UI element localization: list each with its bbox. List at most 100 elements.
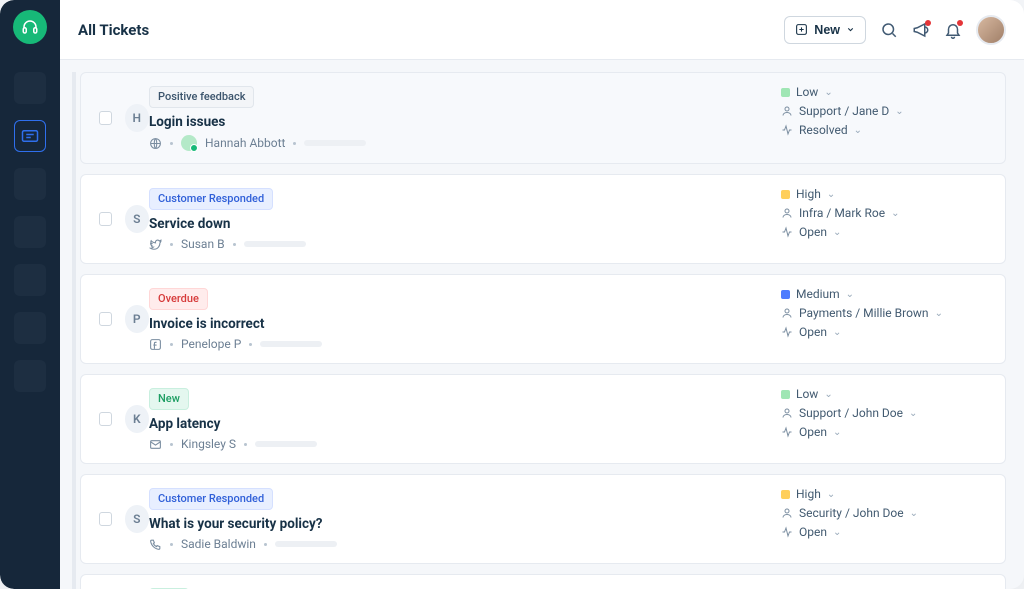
user-icon xyxy=(781,407,793,419)
priority-selector[interactable]: Low ⌄ xyxy=(781,85,991,99)
nav-placeholder-6[interactable] xyxy=(14,312,46,344)
priority-selector[interactable]: High ⌄ xyxy=(781,487,991,501)
priority-indicator xyxy=(781,390,790,399)
meta-separator xyxy=(244,443,247,446)
priority-selector[interactable]: High ⌄ xyxy=(781,187,991,201)
ticket-checkbox[interactable] xyxy=(99,312,112,326)
meta-placeholder-bar xyxy=(244,241,306,247)
meta-separator xyxy=(170,443,173,446)
status-selector[interactable]: Open ⌄ xyxy=(781,325,991,339)
ticket-card[interactable]: H Positive feedback Login issues Hannah … xyxy=(80,72,1006,164)
left-sidebar xyxy=(0,0,60,589)
requester-name: Penelope P xyxy=(181,337,241,351)
ticket-tag: New xyxy=(149,388,189,410)
search-icon[interactable] xyxy=(880,21,898,39)
assignee-selector[interactable]: Payments / Millie Brown ⌄ xyxy=(781,306,991,320)
ticket-checkbox[interactable] xyxy=(99,412,112,426)
bell-icon[interactable] xyxy=(944,21,962,39)
assignee-selector[interactable]: Security / John Doe ⌄ xyxy=(781,506,991,520)
priority-indicator xyxy=(781,190,790,199)
ticket-title: Invoice is incorrect xyxy=(149,316,781,332)
ticket-list-container: H Positive feedback Login issues Hannah … xyxy=(60,60,1024,589)
ticket-card[interactable]: S New Unable to access the app Samuel C … xyxy=(80,574,1006,589)
app-logo[interactable] xyxy=(13,10,47,44)
chevron-down-icon: ⌄ xyxy=(833,427,841,438)
source-icon xyxy=(149,238,162,251)
chevron-down-icon: ⌄ xyxy=(854,125,862,136)
source-icon xyxy=(149,538,162,551)
ticket-tag: Overdue xyxy=(149,288,208,310)
priority-label: High xyxy=(796,187,821,201)
chevron-down-icon: ⌄ xyxy=(824,389,832,400)
priority-selector[interactable]: Medium ⌄ xyxy=(781,287,991,301)
assignee-label: Infra / Mark Roe xyxy=(799,206,885,220)
priority-indicator xyxy=(781,88,790,97)
activity-icon xyxy=(781,124,793,136)
status-selector[interactable]: Open ⌄ xyxy=(781,425,991,439)
chevron-down-icon: ⌄ xyxy=(824,87,832,98)
source-icon xyxy=(149,338,162,351)
status-label: Resolved xyxy=(799,123,848,137)
source-icon xyxy=(149,438,162,451)
nav-placeholder-1[interactable] xyxy=(14,72,46,104)
assignee-selector[interactable]: Infra / Mark Roe ⌄ xyxy=(781,206,991,220)
ticket-card[interactable]: P Overdue Invoice is incorrect Penelope … xyxy=(80,274,1006,364)
chevron-down-icon: ⌄ xyxy=(833,227,841,238)
ticket-title: Login issues xyxy=(149,114,781,130)
ticket-title: What is your security policy? xyxy=(149,516,781,532)
meta-separator xyxy=(264,543,267,546)
nav-tickets[interactable] xyxy=(14,120,46,152)
announcement-icon[interactable] xyxy=(912,21,930,39)
requester-name: Sadie Baldwin xyxy=(181,537,256,551)
agent-avatar xyxy=(181,135,197,151)
assignee-selector[interactable]: Support / Jane D ⌄ xyxy=(781,104,991,118)
meta-separator xyxy=(293,142,296,145)
chevron-down-icon: ⌄ xyxy=(895,106,903,117)
meta-placeholder-bar xyxy=(275,541,337,547)
ticket-card[interactable]: S Customer Responded What is your securi… xyxy=(80,474,1006,564)
activity-icon xyxy=(781,226,793,238)
chevron-down-icon: ⌄ xyxy=(833,327,841,338)
ticket-checkbox[interactable] xyxy=(99,512,112,526)
priority-selector[interactable]: Low ⌄ xyxy=(781,387,991,401)
activity-icon xyxy=(781,426,793,438)
nav-placeholder-4[interactable] xyxy=(14,216,46,248)
activity-icon xyxy=(781,526,793,538)
chevron-down-icon: ⌄ xyxy=(827,189,835,200)
status-label: Open xyxy=(799,225,827,239)
ticket-checkbox[interactable] xyxy=(99,212,112,226)
requester-avatar: P xyxy=(125,305,150,333)
user-icon xyxy=(781,307,793,319)
meta-placeholder-bar xyxy=(304,140,366,146)
ticket-card[interactable]: S Customer Responded Service down Susan … xyxy=(80,174,1006,264)
status-selector[interactable]: Open ⌄ xyxy=(781,225,991,239)
ticket-checkbox[interactable] xyxy=(99,111,112,125)
status-selector[interactable]: Open ⌄ xyxy=(781,525,991,539)
ticket-tag: Customer Responded xyxy=(149,188,273,210)
chevron-down-icon: ⌄ xyxy=(891,208,899,219)
ticket-title: App latency xyxy=(149,416,781,432)
status-selector[interactable]: Resolved ⌄ xyxy=(781,123,991,137)
assignee-selector[interactable]: Support / John Doe ⌄ xyxy=(781,406,991,420)
requester-name: Hannah Abbott xyxy=(205,136,285,150)
chevron-down-icon: ⌄ xyxy=(910,508,918,519)
meta-separator xyxy=(249,343,252,346)
ticket-card[interactable]: K New App latency Kingsley S Low ⌄ xyxy=(80,374,1006,464)
meta-separator xyxy=(170,343,173,346)
meta-separator xyxy=(170,543,173,546)
nav-placeholder-3[interactable] xyxy=(14,168,46,200)
ticket-tag: Customer Responded xyxy=(149,488,273,510)
meta-placeholder-bar xyxy=(255,441,317,447)
user-icon xyxy=(781,105,793,117)
requester-avatar: K xyxy=(125,405,150,433)
requester-name: Kingsley S xyxy=(181,437,236,451)
user-icon xyxy=(781,207,793,219)
user-avatar[interactable] xyxy=(976,15,1006,45)
status-label: Open xyxy=(799,425,827,439)
meta-placeholder-bar xyxy=(260,341,322,347)
new-button[interactable]: New xyxy=(784,16,866,44)
requester-avatar: H xyxy=(125,104,150,132)
page-title: All Tickets xyxy=(78,21,149,39)
nav-placeholder-5[interactable] xyxy=(14,264,46,296)
nav-placeholder-7[interactable] xyxy=(14,360,46,392)
